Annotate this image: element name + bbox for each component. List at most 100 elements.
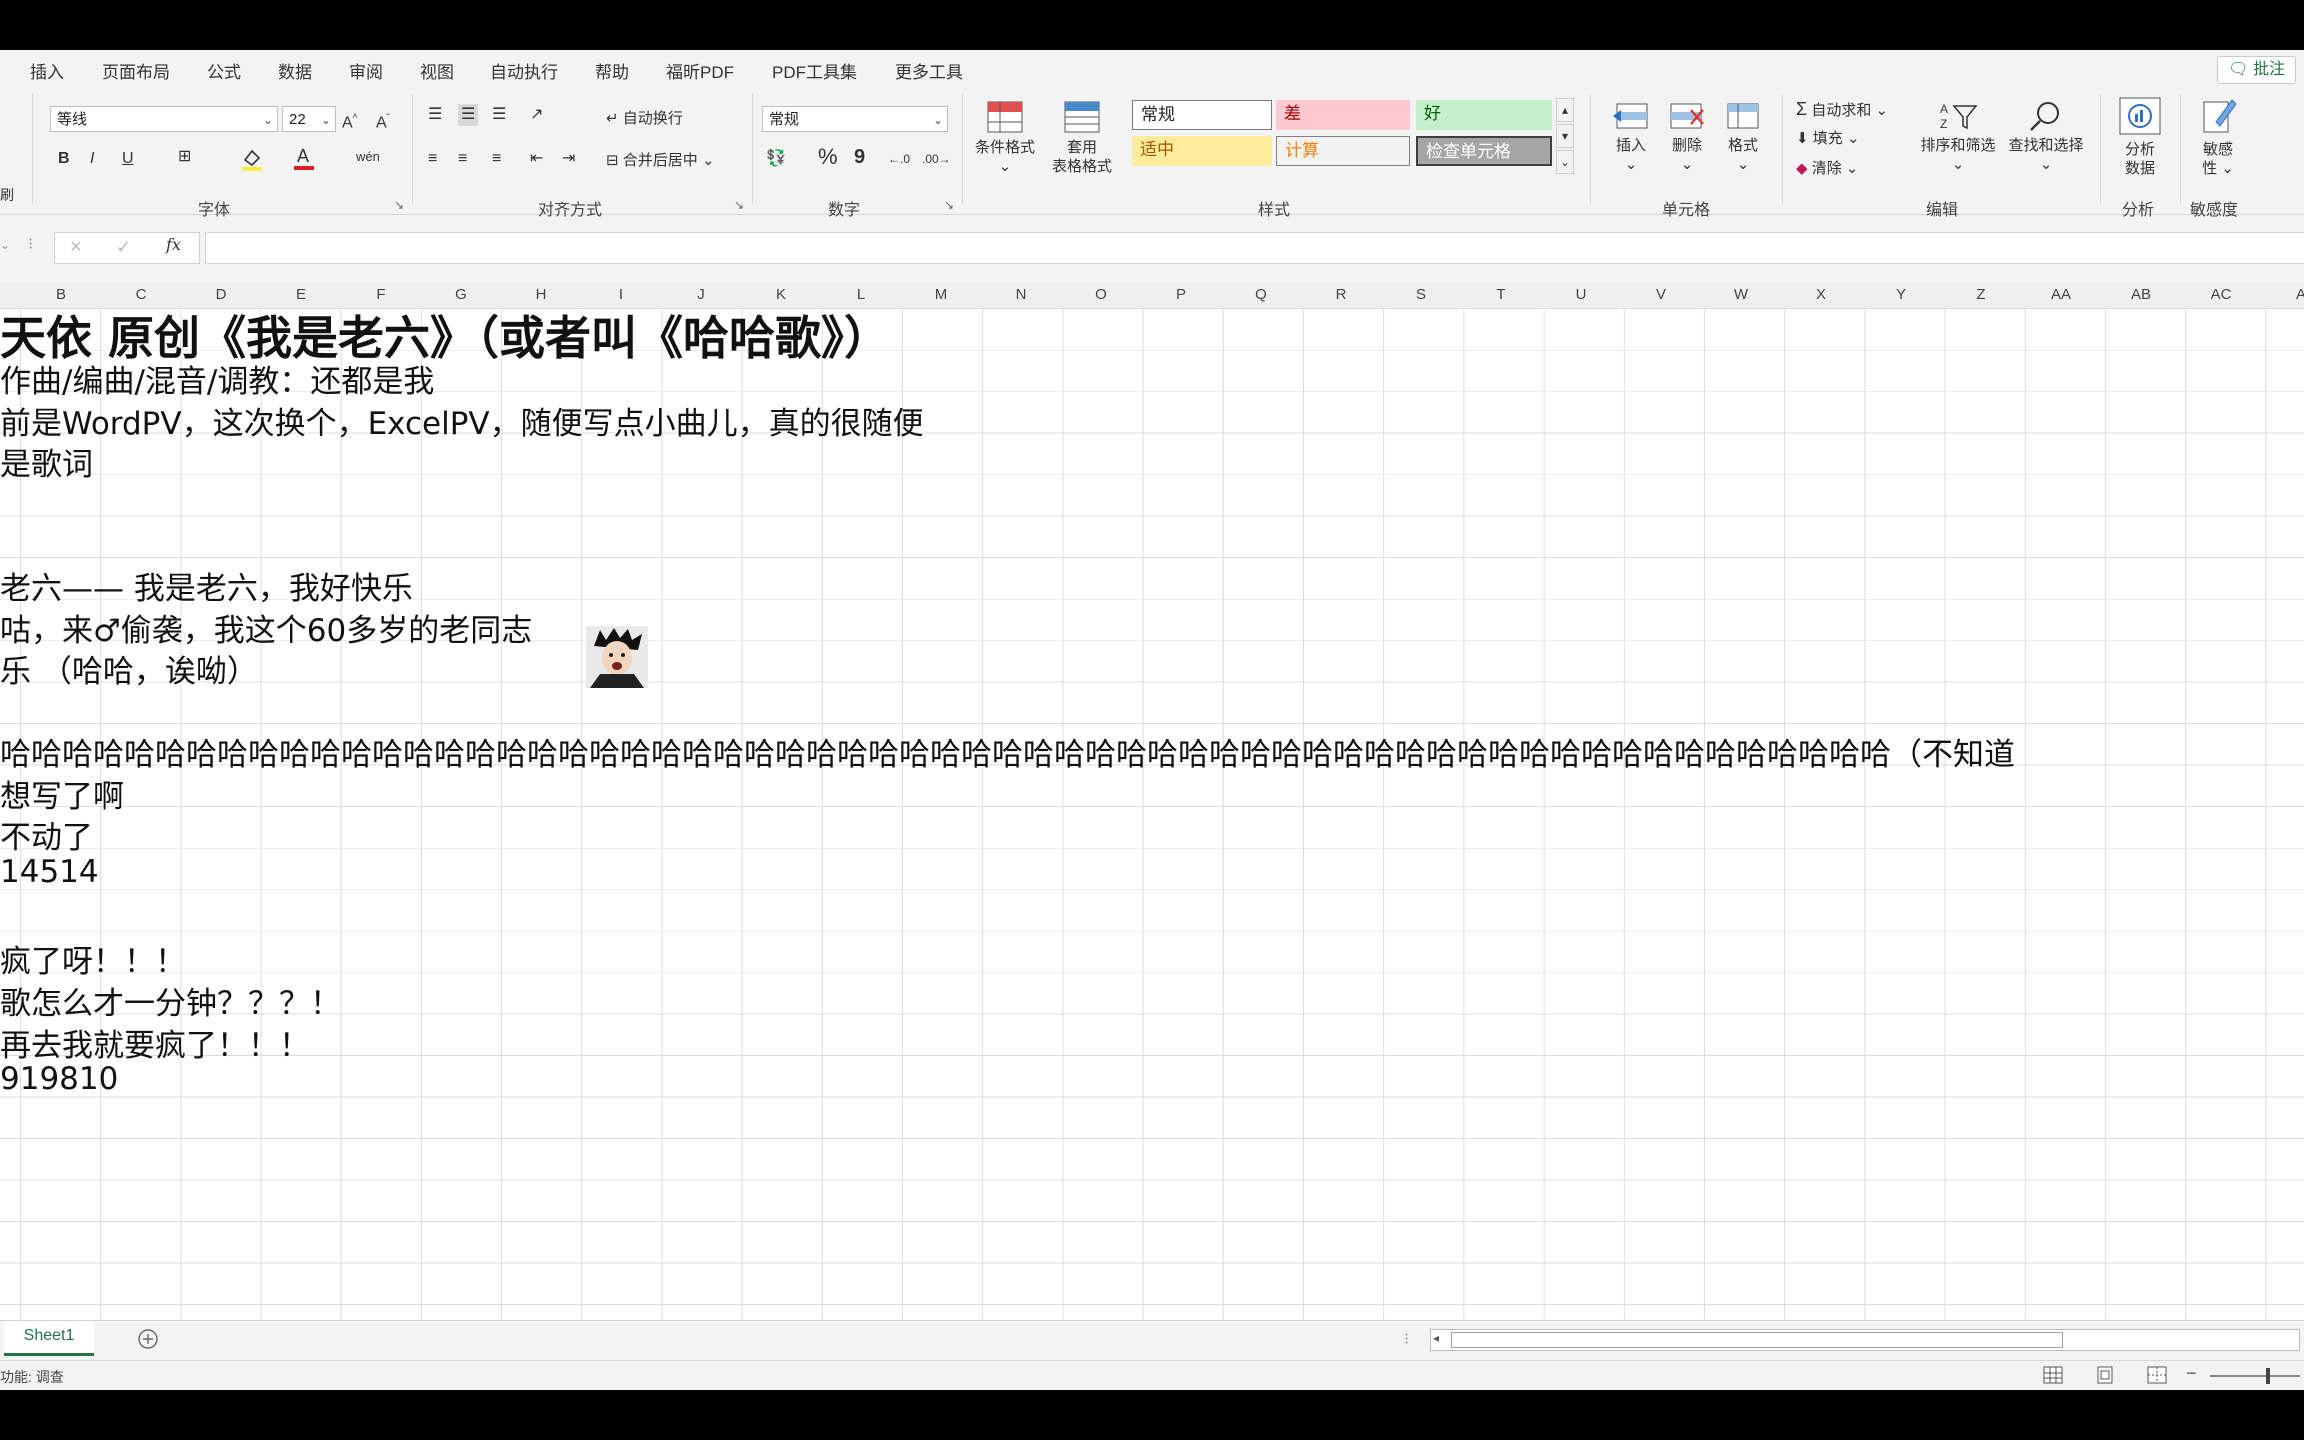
worksheet-grid[interactable]: 天依 原创《我是老六》（或者叫《哈哈歌》） 作曲/编曲/混音/调教：还都是我 前… <box>0 308 2304 1370</box>
tab-insert[interactable]: 插入 <box>30 58 64 83</box>
column-header[interactable]: H <box>501 286 581 303</box>
fill-button[interactable]: ⬇ 填充 ⌄ <box>1796 128 1860 150</box>
format-cells-button[interactable]: 格式 ⌄ <box>1716 100 1770 174</box>
tab-data[interactable]: 数据 <box>278 58 312 83</box>
increase-decimal-icon[interactable]: ←.0 <box>888 148 910 170</box>
percent-button[interactable]: % <box>818 146 838 168</box>
cell-row[interactable]: 作曲/编曲/混音/调教：还都是我 <box>0 356 434 401</box>
column-header[interactable]: U <box>1541 286 1621 303</box>
merge-center-button[interactable]: ⊟ 合并后居中 ⌄ <box>606 150 715 172</box>
cell-row[interactable]: 919810 <box>0 1061 118 1097</box>
autosum-button[interactable]: Σ 自动求和 ⌄ <box>1796 98 1888 122</box>
underline-button[interactable]: U <box>122 148 134 170</box>
style-neutral[interactable]: 适中 <box>1132 136 1272 166</box>
cell-row[interactable]: 不动了 <box>0 812 93 857</box>
style-bad[interactable]: 差 <box>1276 100 1410 130</box>
conditional-format-button[interactable]: 条件格式 ⌄ <box>970 100 1040 176</box>
column-header[interactable]: W <box>1701 286 1781 303</box>
wrap-text-button[interactable]: ↵ 自动换行 <box>606 108 683 130</box>
column-header[interactable]: O <box>1061 286 1141 303</box>
cancel-entry-icon[interactable]: × <box>70 236 82 258</box>
comma-button[interactable]: 9 <box>854 146 865 168</box>
tab-formulas[interactable]: 公式 <box>207 58 241 83</box>
cell-row[interactable]: 乐 （哈哈，诶呦） <box>0 646 258 691</box>
cell-row[interactable]: 14514 <box>0 854 99 890</box>
bold-button[interactable]: B <box>58 148 70 170</box>
page-break-view-icon[interactable] <box>2146 1365 2168 1385</box>
sheet-tab-sheet1[interactable]: Sheet1 <box>4 1321 94 1356</box>
align-middle-icon[interactable]: ☰ <box>458 104 479 126</box>
tab-pdf-tools[interactable]: PDF工具集 <box>772 58 857 83</box>
cell-row[interactable]: 是歌词 <box>0 439 93 484</box>
clear-button[interactable]: ◆ 清除 ⌄ <box>1796 158 1858 180</box>
scrollbar-thumb[interactable] <box>1451 1332 2063 1348</box>
styles-scroll-down-icon[interactable]: ▾ <box>1556 124 1574 148</box>
zoom-out-icon[interactable]: − <box>2186 1363 2197 1384</box>
column-header[interactable]: J <box>661 286 741 303</box>
accessibility-status[interactable]: 功能: 调查 <box>0 1367 64 1387</box>
tab-foxit-pdf[interactable]: 福昕PDF <box>666 58 734 83</box>
column-header[interactable]: I <box>581 286 661 303</box>
zoom-slider[interactable] <box>2210 1368 2300 1384</box>
column-header[interactable]: B <box>21 286 101 303</box>
dialog-launcher-icon[interactable]: ↘ <box>394 198 404 212</box>
zoom-slider-thumb[interactable] <box>2266 1368 2270 1384</box>
splitter-icon[interactable]: ⁝ <box>1404 1329 1409 1351</box>
font-name-combo[interactable]: 等线 ⌄ <box>50 106 278 132</box>
find-select-button[interactable]: 查找和选择 ⌄ <box>2004 100 2088 174</box>
decrease-decimal-icon[interactable]: .00→ <box>922 148 951 170</box>
enter-entry-icon[interactable]: ✓ <box>116 236 131 258</box>
font-size-combo[interactable]: 22 ⌄ <box>282 106 336 132</box>
styles-more-icon[interactable]: ⌄ <box>1556 150 1574 174</box>
column-header[interactable]: G <box>421 286 501 303</box>
style-check-cell[interactable]: 检查单元格 <box>1416 136 1552 166</box>
comments-button[interactable]: 🗨 批注 <box>2217 56 2296 84</box>
cell-row[interactable]: 老六—— 我是老六，我好快乐 <box>0 563 413 608</box>
tab-automate[interactable]: 自动执行 <box>490 58 558 83</box>
style-calculation[interactable]: 计算 <box>1276 136 1410 166</box>
fill-color-icon[interactable] <box>240 146 264 179</box>
scroll-left-icon[interactable]: ◂ <box>1433 1331 1439 1345</box>
column-header[interactable]: AB <box>2101 286 2181 303</box>
normal-view-icon[interactable] <box>2042 1365 2064 1385</box>
page-layout-view-icon[interactable] <box>2094 1365 2116 1385</box>
align-bottom-icon[interactable]: ☰ <box>492 104 506 126</box>
insert-cells-button[interactable]: 插入 ⌄ <box>1604 100 1658 174</box>
cell-row[interactable]: 再去我就要疯了！！！ <box>0 1020 310 1065</box>
font-color-icon[interactable]: A <box>292 144 316 179</box>
column-header[interactable]: K <box>741 286 821 303</box>
shrink-font-button[interactable]: Aˇ <box>376 108 390 134</box>
cell-row[interactable]: 哈哈哈哈哈哈哈哈哈哈哈哈哈哈哈哈哈哈哈哈哈哈哈哈哈哈哈哈哈哈哈哈哈哈哈哈哈哈哈哈… <box>0 729 2015 774</box>
horizontal-scrollbar[interactable]: ◂ <box>1430 1329 2300 1351</box>
column-header[interactable]: X <box>1781 286 1861 303</box>
cell-row[interactable]: 疯了呀！！！ <box>0 936 186 981</box>
tab-help[interactable]: 帮助 <box>595 58 629 83</box>
column-header[interactable]: Y <box>1861 286 1941 303</box>
borders-icon[interactable]: ⊞ <box>178 146 191 168</box>
style-normal[interactable]: 常规 <box>1132 100 1272 130</box>
add-sheet-icon[interactable] <box>136 1327 160 1351</box>
italic-button[interactable]: I <box>90 148 94 170</box>
tab-review[interactable]: 审阅 <box>349 58 383 83</box>
format-painter-icon[interactable]: 刷 <box>0 184 14 206</box>
column-header[interactable]: L <box>821 286 901 303</box>
insert-function-icon[interactable]: fx <box>166 234 181 256</box>
column-header[interactable]: F <box>341 286 421 303</box>
analyze-data-button[interactable]: 分析 数据 <box>2110 96 2170 178</box>
increase-indent-icon[interactable]: ⇥ <box>562 148 575 170</box>
formula-input[interactable] <box>205 232 2304 264</box>
decrease-indent-icon[interactable]: ⇤ <box>530 148 543 170</box>
number-format-combo[interactable]: 常规 ⌄ <box>762 106 948 132</box>
styles-scroll-up-icon[interactable]: ▴ <box>1556 98 1574 122</box>
tab-more-tools[interactable]: 更多工具 <box>895 58 963 83</box>
column-header[interactable]: E <box>261 286 341 303</box>
tab-view[interactable]: 视图 <box>420 58 454 83</box>
cell-row[interactable]: 前是WordPV，这次换个，ExcelPV，随便写点小曲儿，真的很随便 <box>0 398 924 443</box>
column-header[interactable]: AA <box>2021 286 2101 303</box>
cell-row[interactable]: 歌怎么才一分钟？？？！ <box>0 978 341 1023</box>
align-left-icon[interactable]: ≡ <box>428 148 437 170</box>
column-header[interactable]: R <box>1301 286 1381 303</box>
cell-row[interactable]: 想写了啊 <box>0 771 124 816</box>
column-header[interactable]: D <box>181 286 261 303</box>
name-box-dropdown-icon[interactable]: ⌄ <box>0 234 10 256</box>
